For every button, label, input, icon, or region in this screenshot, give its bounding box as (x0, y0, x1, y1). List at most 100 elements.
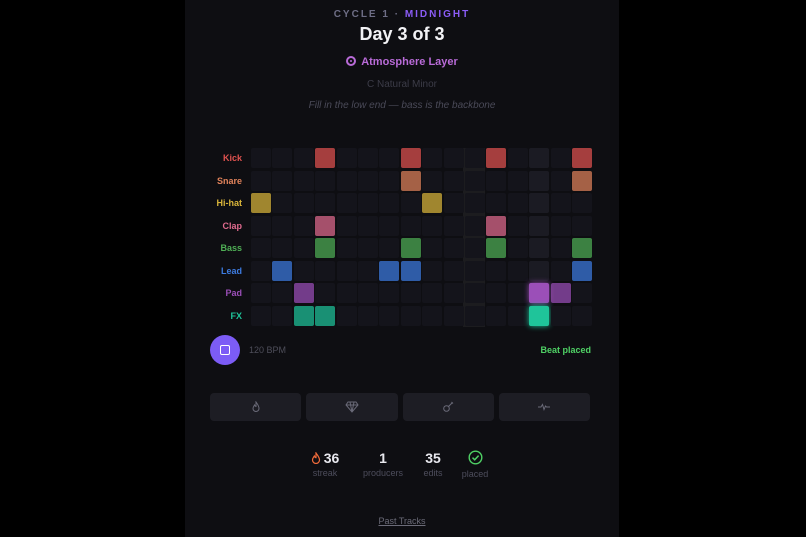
step-cell[interactable] (336, 283, 357, 303)
step-cell[interactable] (358, 260, 378, 281)
step-cell[interactable] (251, 170, 271, 191)
step-cell[interactable] (358, 305, 378, 326)
step-cell[interactable] (251, 305, 271, 326)
step-cell[interactable] (422, 215, 443, 236)
step-cell[interactable] (529, 148, 550, 168)
step-cell[interactable] (550, 170, 571, 191)
step-cell[interactable] (507, 148, 528, 168)
step-cell[interactable] (465, 238, 485, 258)
step-cell[interactable] (465, 260, 485, 281)
step-cell[interactable] (379, 283, 400, 303)
step-cell[interactable] (400, 305, 421, 326)
step-cell[interactable] (422, 283, 443, 303)
step-cell[interactable] (443, 170, 464, 191)
step-cell[interactable] (293, 193, 314, 213)
step-cell[interactable] (572, 170, 592, 191)
step-cell[interactable] (336, 238, 357, 258)
step-cell[interactable] (486, 283, 507, 303)
step-cell[interactable] (293, 215, 314, 236)
step-cell[interactable] (315, 215, 336, 236)
step-cell[interactable] (465, 215, 485, 236)
step-cell[interactable] (400, 260, 421, 281)
step-cell[interactable] (465, 193, 485, 213)
step-cell[interactable] (443, 238, 464, 258)
step-cell[interactable] (507, 238, 528, 258)
step-cell[interactable] (251, 215, 271, 236)
step-cell[interactable] (550, 238, 571, 258)
step-cell[interactable] (486, 215, 507, 236)
step-cell[interactable] (422, 238, 443, 258)
step-cell[interactable] (400, 283, 421, 303)
step-cell[interactable] (251, 148, 271, 168)
step-cell[interactable] (507, 215, 528, 236)
step-cell[interactable] (422, 193, 443, 213)
step-cell[interactable] (315, 260, 336, 281)
step-cell[interactable] (251, 193, 271, 213)
step-cell[interactable] (293, 260, 314, 281)
step-cell[interactable] (529, 193, 550, 213)
step-cell[interactable] (422, 260, 443, 281)
step-cell[interactable] (379, 260, 400, 281)
step-cell[interactable] (358, 148, 378, 168)
step-cell[interactable] (336, 170, 357, 191)
step-cell[interactable] (443, 305, 464, 326)
stop-button[interactable] (210, 335, 240, 365)
step-cell[interactable] (507, 283, 528, 303)
step-cell[interactable] (379, 238, 400, 258)
step-cell[interactable] (572, 215, 592, 236)
step-cell[interactable] (465, 305, 485, 326)
step-cell[interactable] (358, 283, 378, 303)
step-cell[interactable] (422, 305, 443, 326)
step-cell[interactable] (529, 260, 550, 281)
step-cell[interactable] (272, 193, 293, 213)
step-cell[interactable] (315, 193, 336, 213)
step-cell[interactable] (293, 170, 314, 191)
step-cell[interactable] (379, 193, 400, 213)
step-cell[interactable] (358, 238, 378, 258)
step-cell[interactable] (251, 260, 271, 281)
step-cell[interactable] (272, 260, 293, 281)
step-cell[interactable] (465, 283, 485, 303)
step-cell[interactable] (465, 170, 485, 191)
step-cell[interactable] (486, 170, 507, 191)
step-cell[interactable] (336, 215, 357, 236)
past-tracks-link[interactable]: Past Tracks (185, 516, 619, 526)
step-cell[interactable] (486, 238, 507, 258)
step-cell[interactable] (400, 215, 421, 236)
step-cell[interactable] (272, 170, 293, 191)
step-cell[interactable] (507, 170, 528, 191)
step-cell[interactable] (550, 215, 571, 236)
step-cell[interactable] (422, 170, 443, 191)
step-cell[interactable] (550, 283, 571, 303)
step-cell[interactable] (272, 305, 293, 326)
step-cell[interactable] (465, 148, 485, 168)
step-cell[interactable] (572, 148, 592, 168)
step-cell[interactable] (400, 170, 421, 191)
step-cell[interactable] (379, 305, 400, 326)
step-cell[interactable] (293, 283, 314, 303)
step-cell[interactable] (572, 193, 592, 213)
step-cell[interactable] (336, 193, 357, 213)
tool-guitar[interactable] (402, 393, 494, 421)
tool-gem[interactable] (306, 393, 398, 421)
step-cell[interactable] (572, 260, 592, 281)
step-cell[interactable] (358, 193, 378, 213)
step-cell[interactable] (486, 193, 507, 213)
step-cell[interactable] (400, 238, 421, 258)
step-cell[interactable] (315, 283, 336, 303)
step-cell[interactable] (272, 283, 293, 303)
step-cell[interactable] (336, 148, 357, 168)
step-cell[interactable] (293, 148, 314, 168)
step-cell[interactable] (251, 283, 271, 303)
step-cell[interactable] (550, 305, 571, 326)
step-cell[interactable] (315, 170, 336, 191)
step-cell[interactable] (358, 170, 378, 191)
step-cell[interactable] (550, 260, 571, 281)
step-cell[interactable] (529, 215, 550, 236)
step-cell[interactable] (251, 238, 271, 258)
step-cell[interactable] (443, 215, 464, 236)
step-cell[interactable] (486, 305, 507, 326)
step-cell[interactable] (550, 193, 571, 213)
step-cell[interactable] (315, 148, 336, 168)
step-cell[interactable] (486, 260, 507, 281)
